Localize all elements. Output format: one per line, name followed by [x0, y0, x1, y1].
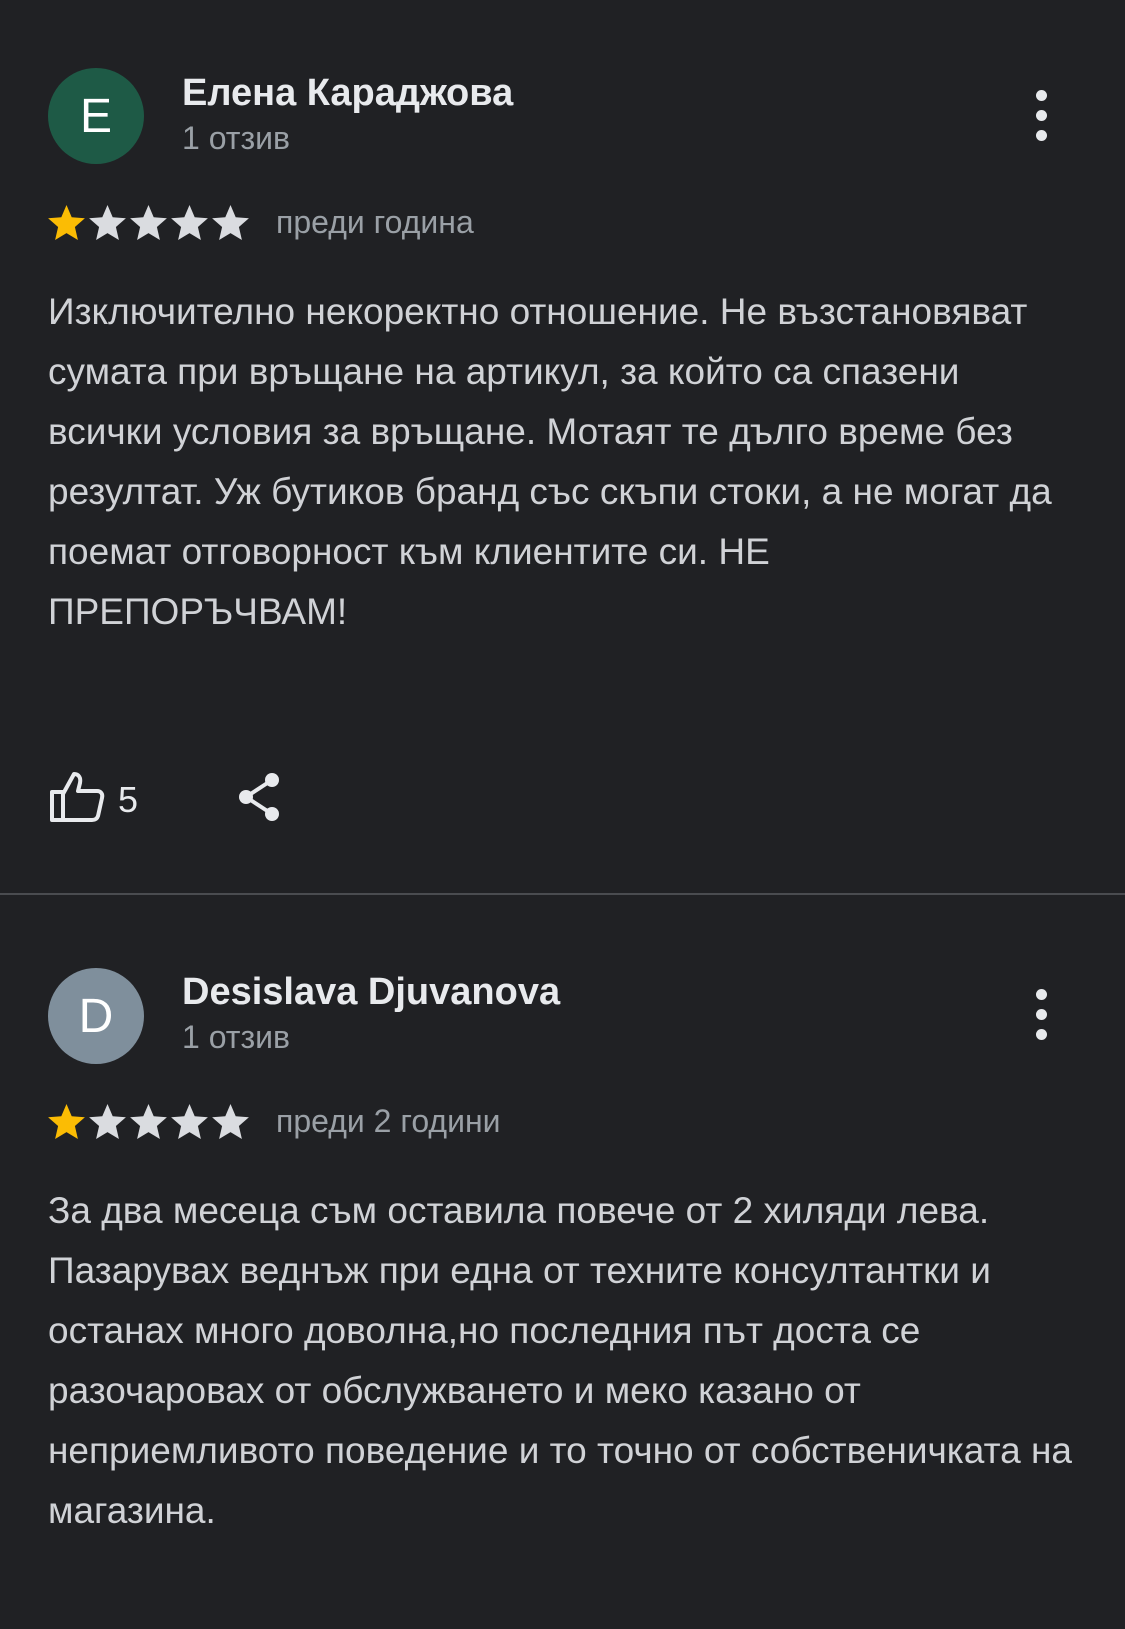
star-rating: [46, 203, 251, 243]
star-empty-icon: [169, 1102, 210, 1142]
author-name[interactable]: Елена Караджова: [182, 72, 513, 115]
author-review-count[interactable]: 1 отзив: [182, 120, 290, 157]
star-empty-icon: [87, 1102, 128, 1142]
avatar[interactable]: D: [48, 968, 144, 1064]
review-text: За два месеца съм оставила повече от 2 х…: [48, 1190, 1072, 1531]
review-text: Изключително некоректно отношение. Не въ…: [48, 291, 1052, 632]
star-filled-icon: [46, 203, 87, 243]
review-actions: 5: [48, 770, 284, 829]
review-date: преди година: [276, 204, 474, 240]
star-empty-icon: [87, 203, 128, 243]
star-rating: [46, 1102, 251, 1142]
review-date: преди 2 години: [276, 1103, 501, 1139]
like-button[interactable]: 5: [48, 770, 138, 829]
author-review-count[interactable]: 1 отзив: [182, 1019, 290, 1056]
avatar-letter: D: [78, 989, 114, 1043]
thumbs-up-icon: [48, 770, 106, 829]
more-vert-icon: [1035, 89, 1047, 141]
avatar[interactable]: E: [48, 68, 144, 164]
author-name[interactable]: Desislava Djuvanova: [182, 971, 560, 1014]
more-options-button[interactable]: [1020, 80, 1062, 150]
share-icon: [234, 770, 284, 829]
star-empty-icon: [169, 203, 210, 243]
star-empty-icon: [210, 1102, 251, 1142]
more-options-button[interactable]: [1020, 979, 1062, 1049]
star-empty-icon: [210, 203, 251, 243]
review-card: E Елена Караджова 1 отзив преди година И…: [0, 0, 1125, 893]
star-empty-icon: [128, 203, 169, 243]
more-vert-icon: [1035, 988, 1047, 1040]
like-count: 5: [118, 778, 139, 820]
star-filled-icon: [46, 1102, 87, 1142]
star-empty-icon: [128, 1102, 169, 1142]
avatar-letter: E: [79, 89, 112, 143]
review-card: D Desislava Djuvanova 1 отзив преди 2 го…: [0, 895, 1125, 1629]
share-button[interactable]: [234, 770, 284, 829]
